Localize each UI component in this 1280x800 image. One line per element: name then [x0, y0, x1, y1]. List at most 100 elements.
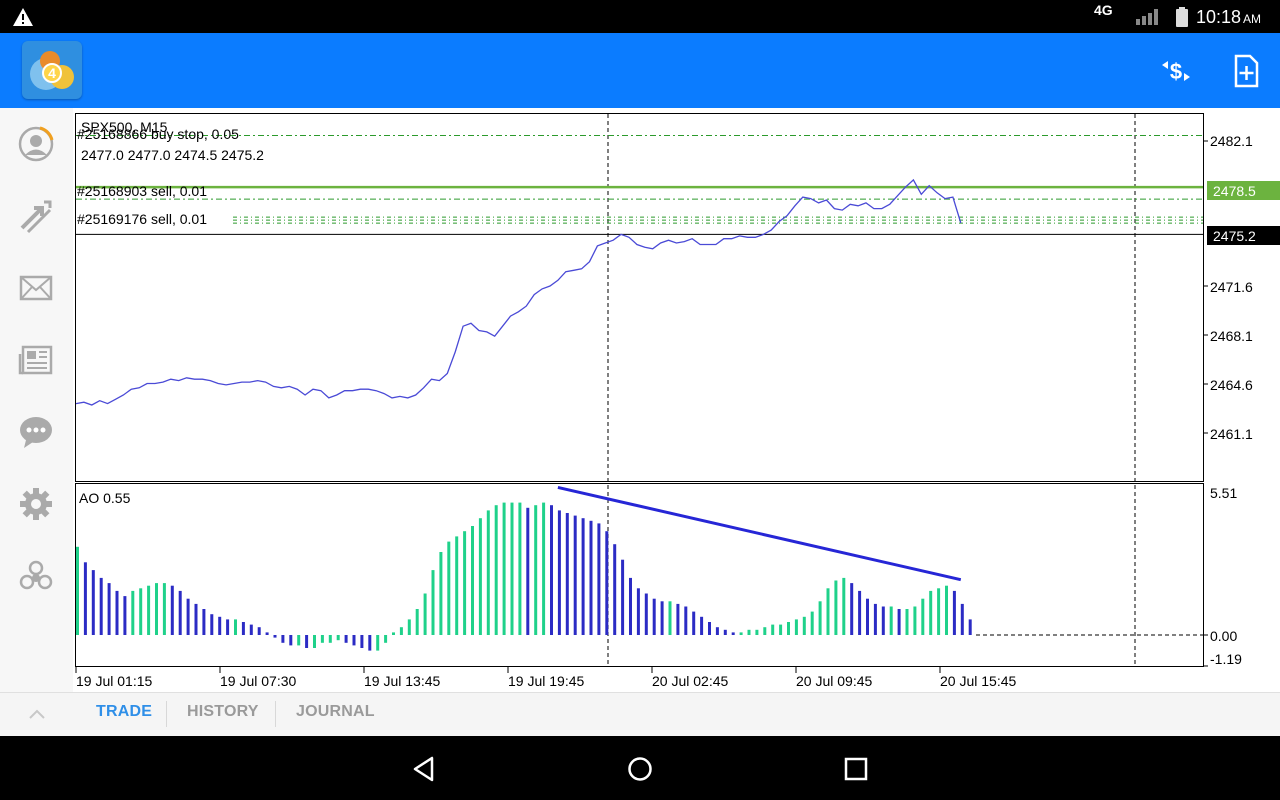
battery-icon — [1176, 7, 1188, 27]
one-click-trading-button[interactable]: $ — [1158, 53, 1194, 89]
ao-bar — [447, 541, 451, 635]
metatrader-logo[interactable]: 4 — [22, 41, 82, 99]
chat-icon — [20, 417, 52, 448]
tab-trade[interactable]: TRADE — [96, 703, 152, 721]
ao-bar — [787, 622, 790, 635]
svg-text:4: 4 — [48, 65, 56, 81]
ao-bar — [518, 502, 522, 635]
ao-bar — [170, 585, 174, 635]
price-pane[interactable] — [75, 113, 1204, 482]
ao-bar — [123, 596, 127, 635]
ao-bar — [155, 583, 158, 635]
ao-bar — [178, 590, 182, 635]
price-tick: 2464.6 — [1210, 377, 1253, 393]
ao-bar — [755, 629, 759, 635]
ao-bar — [83, 562, 87, 635]
ao-bar — [873, 603, 877, 635]
current-price-value: 2475.2 — [1213, 228, 1256, 244]
order-price-value: 2478.5 — [1213, 183, 1256, 199]
ao-bar — [455, 536, 459, 635]
back-icon — [413, 756, 434, 782]
price-chart[interactable]: SPX500, M15 #25168866 buy stop, 0.05 247… — [73, 108, 1280, 693]
sidebar-item-community[interactable] — [18, 558, 54, 594]
ao-bar — [336, 635, 340, 641]
ao-bar — [937, 588, 941, 635]
sidebar-item-trade[interactable] — [18, 198, 54, 234]
ao-bar — [668, 601, 672, 635]
price-tick: 2471.6 — [1210, 279, 1253, 295]
ao-bar — [352, 635, 356, 646]
tab-journal[interactable]: JOURNAL — [296, 703, 375, 721]
ao-bar — [636, 588, 640, 635]
ao-bar — [960, 603, 964, 635]
sidebar-item-mail[interactable] — [18, 270, 54, 306]
settings-icon — [20, 488, 52, 520]
ao-bar — [305, 635, 309, 648]
ao-bar — [415, 609, 419, 635]
app-bar: 4 $ — [0, 33, 1280, 108]
price-tick: 2482.1 — [1210, 133, 1253, 149]
ao-bar — [802, 616, 806, 635]
network-type: 4G — [1094, 2, 1113, 18]
ao-bar — [818, 601, 822, 635]
ao-bar — [897, 609, 901, 635]
ao-bar — [526, 507, 530, 635]
sidebar-item-accounts[interactable] — [18, 126, 54, 162]
sidebar-item-news[interactable] — [18, 342, 54, 378]
ao-bar — [589, 520, 593, 635]
ao-bar — [952, 590, 956, 635]
sidebar-item-chat[interactable] — [18, 414, 54, 450]
ao-bar — [715, 627, 719, 635]
recents-button[interactable] — [841, 754, 871, 784]
ao-bar — [700, 616, 704, 635]
indicator-pane[interactable] — [75, 483, 1204, 667]
status-bar: 4G 10:18 AM — [0, 0, 1280, 33]
sidebar-item-settings[interactable] — [18, 486, 54, 522]
ao-bar — [929, 590, 933, 635]
time-tick: 19 Jul 07:30 — [220, 673, 296, 689]
back-button[interactable] — [410, 754, 440, 784]
ao-bar — [384, 635, 388, 643]
time-tick: 19 Jul 01:15 — [76, 673, 152, 689]
ao-bar — [376, 635, 380, 651]
time-tick: 19 Jul 13:45 — [364, 673, 440, 689]
ao-tick: -1.19 — [1210, 651, 1242, 667]
home-button[interactable] — [625, 754, 655, 784]
ao-bar — [597, 523, 601, 635]
ao-bar — [550, 505, 553, 635]
tab-history[interactable]: HISTORY — [187, 703, 259, 721]
ao-bar — [858, 590, 862, 635]
ao-bar — [115, 590, 119, 635]
chart-area[interactable]: SPX500, M15 #25168866 buy stop, 0.05 247… — [73, 108, 1280, 693]
ao-bar — [629, 577, 632, 635]
time-tick: 19 Jul 19:45 — [508, 673, 584, 689]
order-label-sell-2: #25169176 sell, 0.01 — [77, 211, 207, 227]
ao-bar — [510, 502, 514, 635]
metatrader-4-logo: 4 — [30, 51, 74, 90]
ao-bar — [234, 619, 237, 635]
news-icon — [18, 345, 53, 375]
price-tick: 2461.1 — [1210, 426, 1253, 442]
home-icon — [628, 757, 652, 781]
time-axis[interactable]: 19 Jul 01:15 19 Jul 07:30 19 Jul 13:45 1… — [75, 667, 1016, 689]
ao-bar — [257, 627, 261, 635]
ao-bar — [565, 513, 569, 635]
ao-bar — [478, 518, 482, 635]
ao-bar — [399, 627, 403, 635]
ao-bar — [850, 583, 854, 635]
ao-bar — [463, 531, 467, 635]
ao-bar — [692, 611, 696, 635]
ao-bar — [486, 510, 490, 635]
ao-bar — [368, 635, 372, 651]
ao-bar — [249, 624, 253, 635]
new-order-button[interactable] — [1228, 53, 1264, 89]
android-nav-bar — [0, 736, 1280, 800]
chevron-up-icon[interactable] — [28, 707, 46, 721]
time-tick: 20 Jul 02:45 — [652, 673, 728, 689]
ao-bar — [542, 502, 546, 635]
recents-icon — [844, 757, 868, 781]
ao-bar — [328, 635, 332, 643]
ao-bar — [289, 635, 293, 646]
price-axis[interactable]: 2482.1 2471.6 2468.1 2464.6 2461.1 2478.… — [1204, 133, 1280, 442]
ao-bar — [210, 614, 214, 635]
